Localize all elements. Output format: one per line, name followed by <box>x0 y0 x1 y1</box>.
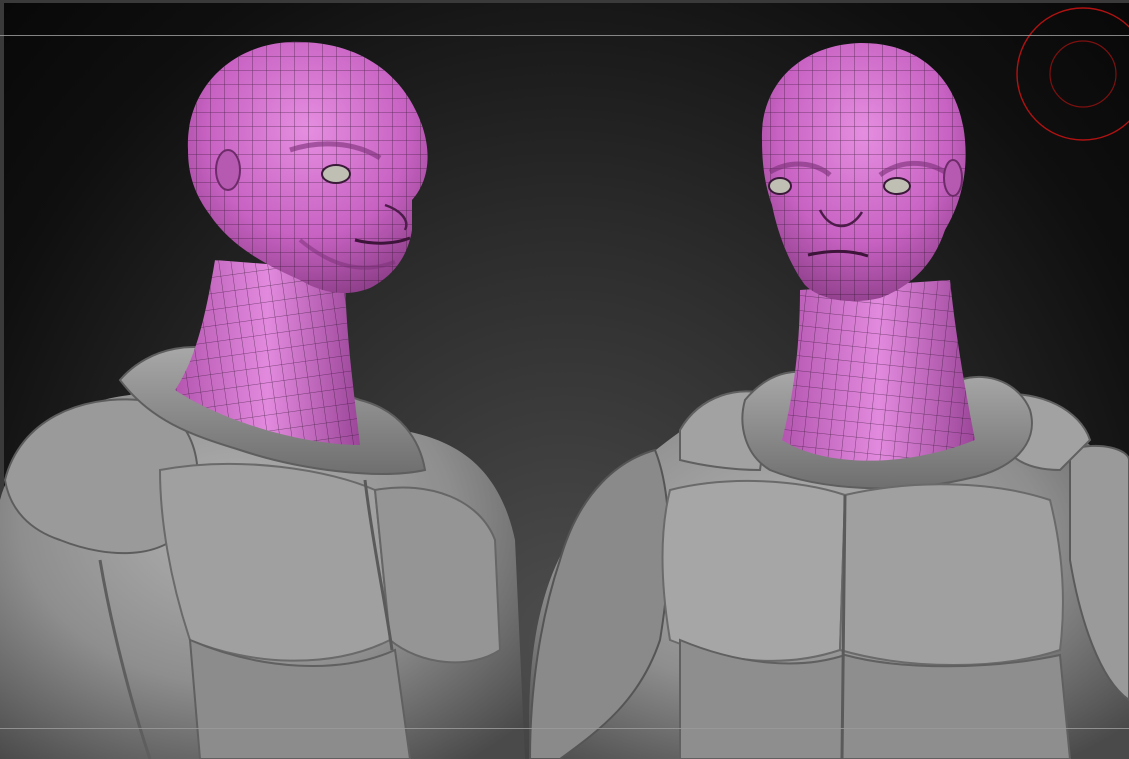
sculpt-scene[interactable] <box>0 0 1129 759</box>
ear-right <box>943 159 963 197</box>
chest-plate-front-left <box>661 479 847 662</box>
zbrush-viewport[interactable] <box>0 0 1129 759</box>
chest-plate-front-right <box>838 483 1064 666</box>
guide-line-bottom <box>0 728 1129 729</box>
alien-bust-three-quarter[interactable] <box>0 41 525 759</box>
brush-radius-cursor-icon <box>1016 7 1129 141</box>
ear-left <box>215 149 241 191</box>
chest-plate-left <box>158 462 392 662</box>
guide-line-top <box>0 35 1129 36</box>
alien-bust-front[interactable] <box>528 42 1129 759</box>
eye-left-model <box>321 164 351 184</box>
eye-right-model-left <box>768 177 792 195</box>
eye-right-model-right <box>883 177 911 195</box>
